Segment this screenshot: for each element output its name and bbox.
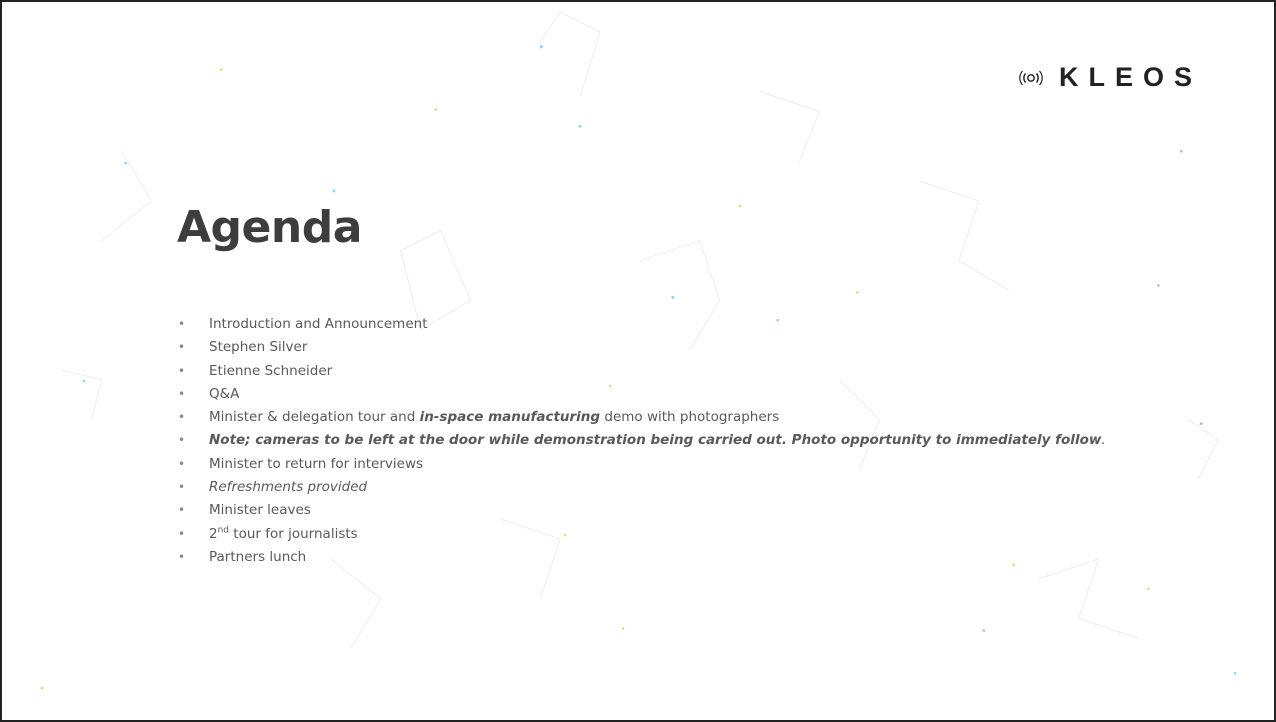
agenda-item-introduction: Introduction and Announcement	[178, 313, 1238, 337]
brand-logo: KLEOS	[1019, 62, 1202, 93]
agenda-item-text: Minister to return for interviews	[209, 455, 424, 472]
agenda-item-etienne-schneider: Etienne Schneider	[178, 360, 1238, 384]
agenda-item-note-text: Note; cameras to be left at the door whi…	[209, 432, 1102, 449]
agenda-item-note: Note; cameras to be left at the door whi…	[178, 429, 1238, 453]
agenda-item-note-period: .	[1101, 432, 1106, 449]
agenda-item-ordinal-number: 2	[209, 525, 218, 542]
agenda-list: Introduction and Announcement Stephen Si…	[178, 313, 1238, 570]
agenda-item-partners-lunch: Partners lunch	[178, 546, 1238, 570]
agenda-item-refreshments: Refreshments provided	[178, 476, 1238, 500]
agenda-item-qa: Q&A	[178, 383, 1238, 407]
slide: KLEOS Agenda Introduction and Announceme…	[0, 0, 1276, 722]
agenda-item-text: tour for journalists	[229, 525, 358, 542]
brand-name: KLEOS	[1058, 62, 1202, 92]
agenda-item-text: Minister leaves	[209, 502, 311, 519]
agenda-item-interviews: Minister to return for interviews	[178, 453, 1238, 477]
agenda-item-stephen-silver: Stephen Silver	[178, 336, 1238, 360]
agenda-item-tour-demo: Minister & delegation tour and in-space …	[178, 406, 1238, 430]
agenda-item-text: Stephen Silver	[209, 339, 308, 356]
agenda-item-text: Minister & delegation tour and	[209, 409, 420, 426]
slide-title: Agenda	[177, 202, 362, 253]
kleos-logo-icon	[1019, 70, 1043, 85]
agenda-item-text: Etienne Schneider	[209, 362, 333, 379]
agenda-item-text: Refreshments provided	[209, 479, 368, 496]
agenda-item-text: Partners lunch	[209, 548, 307, 565]
agenda-item-text-suffix: demo with photographers	[600, 409, 780, 426]
agenda-item-second-tour: 2nd tour for journalists	[178, 523, 1238, 547]
agenda-item-ordinal-suffix: nd	[217, 525, 230, 536]
agenda-item-emphasis: in-space manufacturing	[419, 409, 601, 426]
agenda-item-text: Introduction and Announcement	[209, 316, 428, 332]
agenda-item-minister-leaves: Minister leaves	[178, 499, 1238, 523]
agenda-item-text: Q&A	[209, 385, 240, 402]
